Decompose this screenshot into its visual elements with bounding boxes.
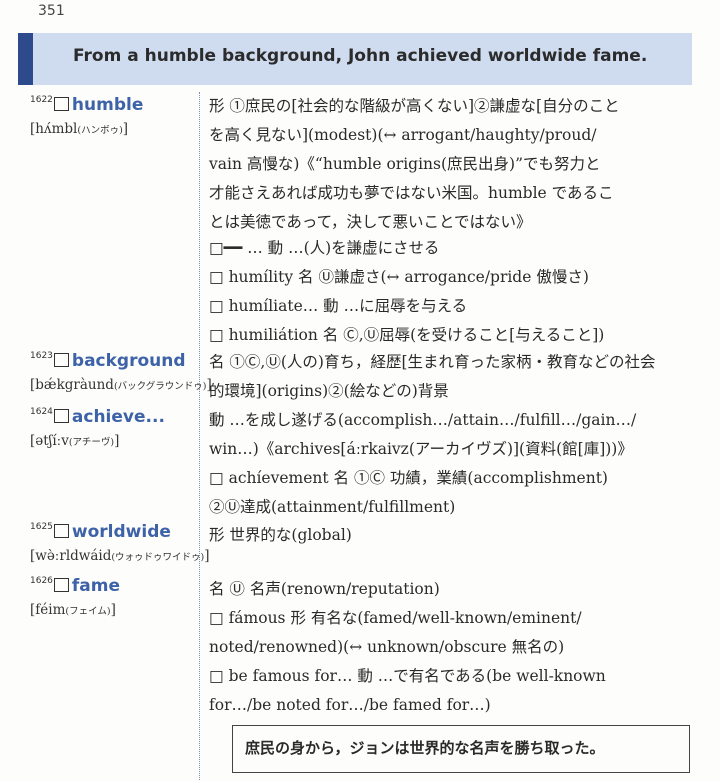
checkbox-icon[interactable] <box>53 97 69 111</box>
translation-box: 庶民の身から，ジョンは世界的な名声を勝ち取った。 <box>232 725 690 773</box>
pronunciation: [wə̀ːrldwáid(ウォゥドゥワイドゥ)] <box>30 548 210 564</box>
definition-line: 才能さえあれば成功も夢ではない米国。humble であるこ <box>209 184 614 202</box>
headword-entry-fame: 1626 fame [féim(フェイム)] <box>30 576 198 618</box>
definition-line: vain 高慢な)《“humble origins(庶民出身)”でも努力と <box>209 155 601 173</box>
page-number: 351 <box>38 3 65 19</box>
headword: humble <box>71 95 144 115</box>
translation-text: 庶民の身から，ジョンは世界的な名声を勝ち取った。 <box>245 739 605 757</box>
pronunciation: [ətʃíːv(アチーヴ)] <box>30 433 120 449</box>
entry-number: 1625 <box>30 522 53 532</box>
derived-form: □ humiliátion 名 Ⓒ,Ⓤ屈辱(を受けること[与えること]) <box>209 326 605 344</box>
column-divider <box>199 92 200 780</box>
derived-form: □ humílity 名 Ⓤ謙虚さ(↔ arrogance/pride 傲慢さ) <box>209 268 589 286</box>
definition-line: win…)《archives[áːrkaivz(アーカイヴズ)](資料(館[庫]… <box>209 440 633 458</box>
title-banner: From a humble background, John achieved … <box>18 33 692 85</box>
checkbox-icon[interactable] <box>53 524 69 538</box>
definition-line: 名 ①Ⓒ,Ⓤ(人の)育ち，経歴[生まれ育った家柄・教育などの社会 <box>209 353 656 371</box>
definition-line: 名 Ⓤ 名声(renown/reputation) <box>209 580 440 598</box>
example-sentence: From a humble background, John achieved … <box>73 46 648 66</box>
headword: achieve... <box>71 407 165 427</box>
checkbox-icon[interactable] <box>53 409 69 423</box>
definition-line: for…/be noted for…/be famed for…) <box>209 696 491 714</box>
entry-number: 1626 <box>30 576 53 586</box>
definition-line: noted/renowned)(↔ unknown/obscure 無名の) <box>209 638 565 656</box>
pronunciation: [féim(フェイム)] <box>30 602 116 618</box>
checkbox-icon[interactable] <box>53 578 69 592</box>
headword-entry-humble: 1622 humble [hʌ́mbl(ハンボゥ)] <box>30 95 198 137</box>
definition-line: 形 ①庶民の[社会的な階級が高くない]②謙虚な[自分のこと <box>209 97 620 115</box>
derived-form: ②Ⓤ達成(attainment/fulfillment) <box>209 498 456 516</box>
derived-form: □ humíliate… 動 …に屈辱を与える <box>209 297 468 315</box>
headword-entry-worldwide: 1625 worldwide [wə̀ːrldwáid(ウォゥドゥワイドゥ)] <box>30 522 210 564</box>
entry-number: 1623 <box>30 351 53 361</box>
derived-form: □ fámous 形 有名な(famed/well-known/eminent/ <box>209 609 582 627</box>
entry-number: 1622 <box>30 95 53 105</box>
definition-line: 的環境](origins)②(絵などの)背景 <box>209 382 449 400</box>
definition-line: とは美徳であって，決して悪いことではない》 <box>209 213 532 231</box>
headword-entry-background: 1623 background [bǽkgràund(バックグラウンドゥ)] <box>30 351 212 393</box>
definition-line: 動 …を成し遂げる(accomplish…/attain…/fulfill…/g… <box>209 411 637 429</box>
definition-line: 形 世界的な(global) <box>209 526 352 544</box>
headword: worldwide <box>71 522 171 542</box>
entry-number: 1624 <box>30 407 53 417</box>
definition-line: を高く見ない](modest)(↔ arrogant/haughty/proud… <box>209 126 597 144</box>
derived-form: □ achíevement 名 ①Ⓒ 功績，業績(accomplishment) <box>209 469 608 487</box>
derived-form: □ be famous for… 動 …で有名である(be well-known <box>209 667 606 685</box>
derived-form: □━━ … 動 …(人)を謙虚にさせる <box>209 239 440 257</box>
headword: background <box>71 351 186 371</box>
checkbox-icon[interactable] <box>53 353 69 367</box>
pronunciation: [hʌ́mbl(ハンボゥ)] <box>30 121 129 137</box>
headword-entry-achieve: 1624 achieve... [ətʃíːv(アチーヴ)] <box>30 407 198 449</box>
pronunciation: [bǽkgràund(バックグラウンドゥ)] <box>30 377 212 393</box>
headword: fame <box>71 576 121 596</box>
